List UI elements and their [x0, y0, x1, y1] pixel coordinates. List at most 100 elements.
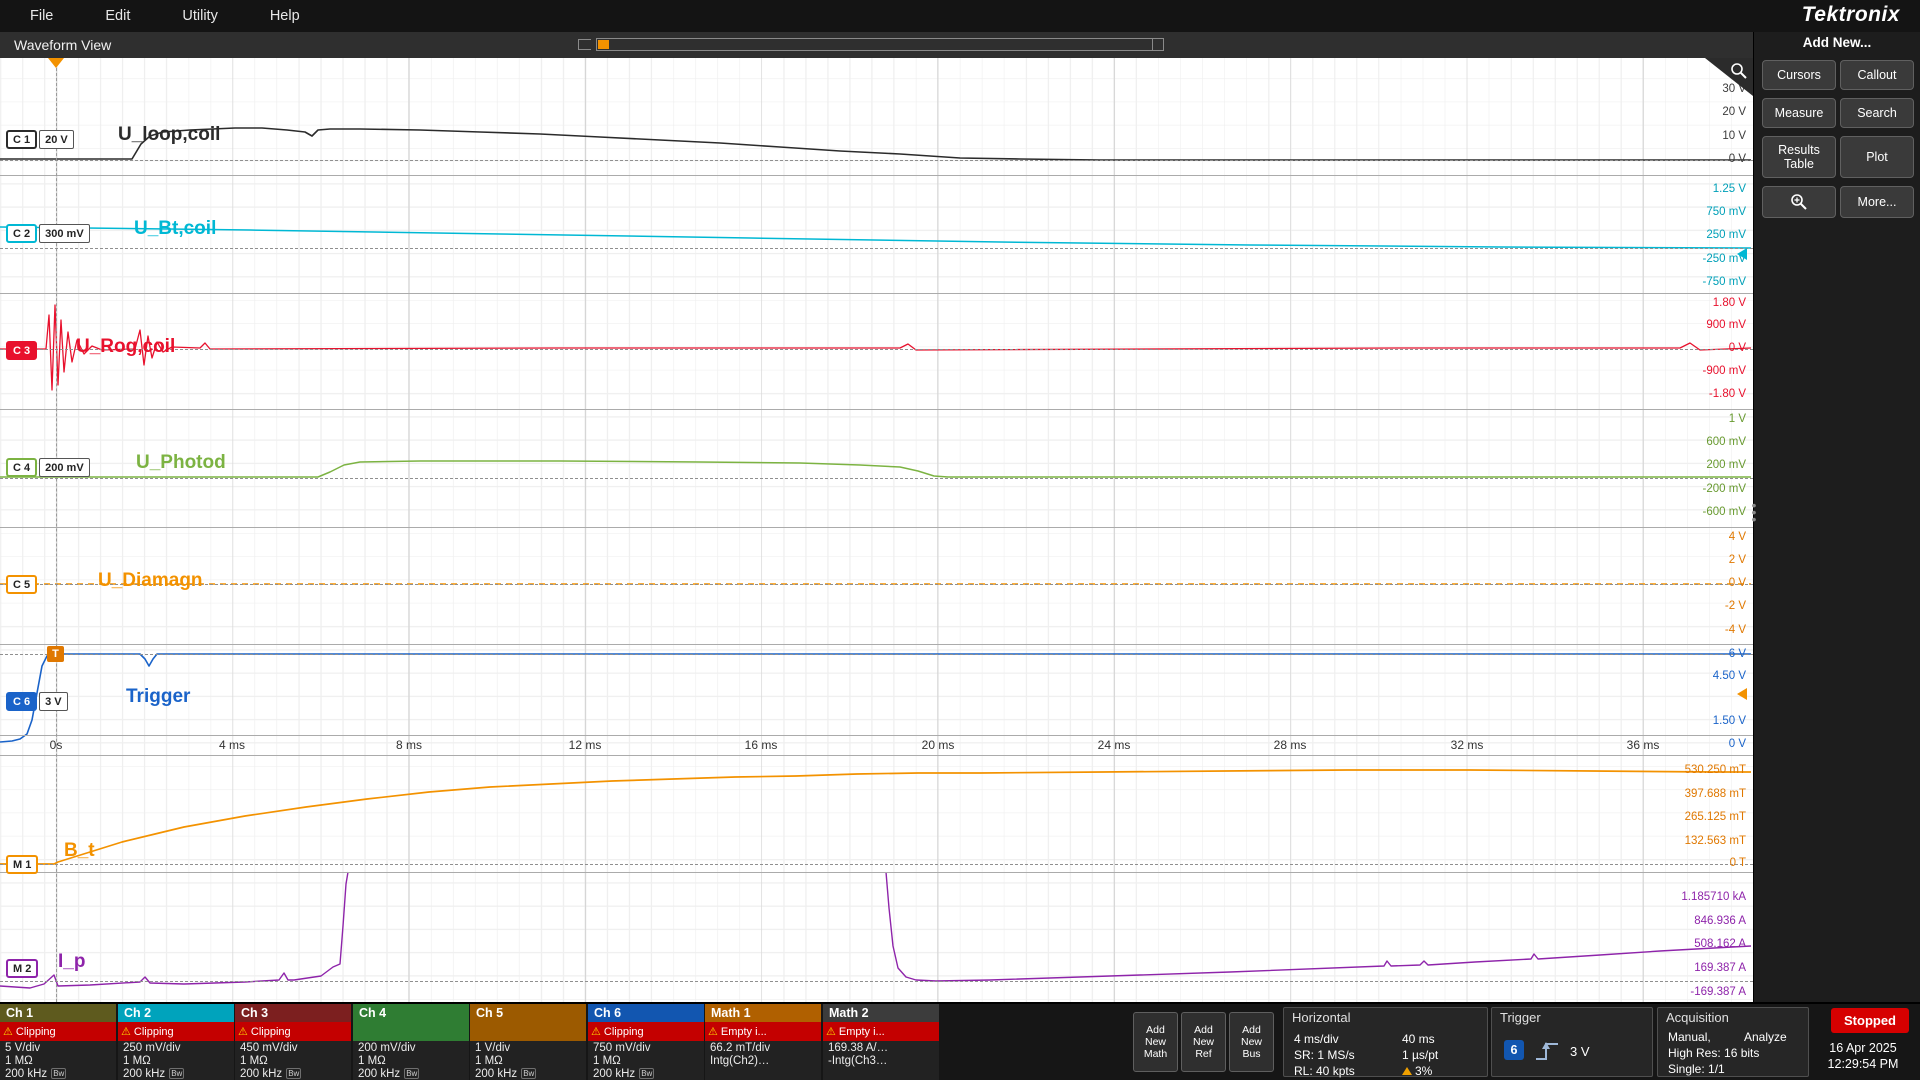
trigger-position-marker-icon[interactable]: [48, 58, 64, 68]
channel-label-c1[interactable]: U_loop,coil: [118, 124, 220, 146]
slice-separator: [0, 409, 1753, 410]
scale-label-c3: 0 V: [1624, 342, 1746, 354]
horizontal-panel[interactable]: Horizontal 4 ms/div40 msSR: 1 MS/s1 µs/p…: [1283, 1007, 1488, 1077]
menu-file[interactable]: File: [4, 0, 79, 32]
trigger-level-arrow-icon[interactable]: [1737, 688, 1747, 700]
channel-setting-line: 1 MΩ: [0, 1055, 116, 1068]
warning-text: Empty i...: [721, 1026, 767, 1038]
trace-m2: [0, 872, 1751, 988]
channel-badge-c6[interactable]: C 6: [6, 692, 37, 711]
zero-reference-line-c1: [0, 160, 1753, 161]
channel-scale-c4[interactable]: 200 mV: [39, 458, 90, 477]
bandwidth-badge: Bw: [169, 1068, 184, 1079]
channel-label-m2[interactable]: I_p: [58, 951, 85, 973]
trigger-source-badge: 6: [1504, 1040, 1524, 1060]
zoom-icon: [1790, 193, 1808, 211]
channel-status-math-1[interactable]: Math 1⚠Empty i...66.2 mT/divIntg(Ch2)…: [705, 1004, 821, 1080]
sidebar-button-results-table[interactable]: Results Table: [1762, 136, 1836, 178]
sidebar-button-more[interactable]: More...: [1840, 186, 1914, 218]
scale-label-c5: 2 V: [1624, 554, 1746, 566]
channel-scale-c2[interactable]: 300 mV: [39, 224, 90, 243]
sidebar-button-search[interactable]: Search: [1840, 98, 1914, 128]
channel-label-m1[interactable]: B_t: [64, 840, 95, 862]
channel-tab: Ch 4: [353, 1004, 469, 1041]
pan-left-icon[interactable]: [578, 39, 591, 50]
channel-scale-c1[interactable]: 20 V: [39, 130, 74, 149]
channel-settings: 250 mV/div1 MΩ200 kHzBw: [118, 1041, 234, 1080]
add-new-math-button[interactable]: AddNewMath: [1133, 1012, 1178, 1072]
acquisition-panel-title: Acquisition: [1666, 1010, 1729, 1025]
add-new-ref-button[interactable]: AddNewRef: [1181, 1012, 1226, 1072]
horizontal-value: 40 ms: [1402, 1032, 1435, 1046]
menu-utility[interactable]: Utility: [156, 0, 243, 32]
sidebar-button-zoom[interactable]: [1762, 186, 1836, 218]
channel-label-c3[interactable]: U_Rog,coil: [76, 336, 175, 358]
channel-status-ch-6[interactable]: Ch 6⚠Clipping750 mV/div1 MΩ200 kHzBw: [588, 1004, 704, 1080]
channel-badge-c1[interactable]: C 1: [6, 130, 37, 149]
sidebar-button-callout[interactable]: Callout: [1840, 60, 1914, 90]
warning-text: Clipping: [134, 1026, 174, 1038]
channel-badge-c4[interactable]: C 4: [6, 458, 37, 477]
trigger-flag-badge[interactable]: T: [47, 646, 64, 662]
time-label: 24 ms: [1082, 738, 1146, 752]
scale-label-m1: 265.125 mT: [1624, 811, 1746, 823]
scale-label-m2: 508.162 A: [1624, 938, 1746, 950]
channel-settings: 66.2 mT/divIntg(Ch2)…: [705, 1041, 821, 1068]
channel-badge-c3[interactable]: C 3: [6, 341, 37, 360]
channel-label-c4[interactable]: U_Photod: [136, 452, 226, 474]
channel-status-ch-2[interactable]: Ch 2⚠Clipping250 mV/div1 MΩ200 kHzBw: [118, 1004, 234, 1080]
channel-badge-row-c1: C 120 V: [6, 130, 74, 149]
sidebar-button-measure[interactable]: Measure: [1762, 98, 1836, 128]
run-stop-button[interactable]: Stopped: [1831, 1008, 1909, 1033]
menu-edit[interactable]: Edit: [79, 0, 156, 32]
channel-badge-m2[interactable]: M 2: [6, 959, 38, 978]
time-label: 8 ms: [377, 738, 441, 752]
scale-label-c3: -900 mV: [1624, 365, 1746, 377]
horizontal-value: 1 µs/pt: [1402, 1048, 1438, 1062]
panel-splitter-handle[interactable]: •••: [1750, 502, 1758, 523]
waveform-plot-area: C 120 VU_loop,coil30 V20 V10 V0 VC 2300 …: [0, 58, 1753, 1002]
sidebar-button-cursors[interactable]: Cursors: [1762, 60, 1836, 90]
menu-help[interactable]: Help: [244, 0, 326, 32]
channel-settings: 200 mV/div1 MΩ200 kHzBw: [353, 1041, 469, 1080]
channel-scale-c6[interactable]: 3 V: [39, 692, 68, 711]
channel-setting-line: Intg(Ch2)…: [705, 1055, 821, 1068]
warning-icon: ⚠: [708, 1025, 718, 1038]
magnifier-icon[interactable]: [1729, 61, 1749, 86]
channel-status-ch-1[interactable]: Ch 1⚠Clipping5 V/div1 MΩ200 kHzBw: [0, 1004, 116, 1080]
sidebar: Add New... ••• CursorsCalloutMeasureSear…: [1753, 32, 1920, 1002]
channel-status-ch-5[interactable]: Ch 51 V/div1 MΩ200 kHzBw: [470, 1004, 586, 1080]
channel-status-ch-4[interactable]: Ch 4200 mV/div1 MΩ200 kHzBw: [353, 1004, 469, 1080]
add-new-bus-button[interactable]: AddNewBus: [1229, 1012, 1274, 1072]
acquisition-panel[interactable]: Acquisition Manual, Analyze High Res: 16…: [1657, 1007, 1809, 1077]
channel-status-ch-3[interactable]: Ch 3⚠Clipping450 mV/div1 MΩ200 kHzBw: [235, 1004, 351, 1080]
channel-label-c5[interactable]: U_Diamagn: [98, 570, 203, 592]
channel-settings: 1 V/div1 MΩ200 kHzBw: [470, 1041, 586, 1080]
scale-label-c4: 1 V: [1624, 413, 1746, 425]
channel-badge-row-c3: C 3: [6, 341, 37, 360]
horizontal-panel-title: Horizontal: [1292, 1010, 1351, 1025]
channel-status-math-2[interactable]: Math 2⚠Empty i...169.38 A/…-Intg(Ch3…: [823, 1004, 939, 1080]
channel-badge-c5[interactable]: C 5: [6, 575, 37, 594]
horizontal-value: RL: 40 kpts: [1294, 1064, 1355, 1078]
scale-label-c5: -4 V: [1624, 624, 1746, 636]
channel-badge-c2[interactable]: C 2: [6, 224, 37, 243]
acquisition-mode: Manual,: [1668, 1030, 1711, 1044]
acquisition-analyze: Analyze: [1744, 1030, 1787, 1044]
scale-label-c2: 250 mV: [1624, 229, 1746, 241]
channel-tab: Ch 2: [118, 1004, 234, 1022]
sidebar-button-plot[interactable]: Plot: [1840, 136, 1914, 178]
horizontal-pan-scrollbar[interactable]: [596, 38, 1164, 51]
ch2-offset-arrow-icon[interactable]: [1737, 248, 1747, 260]
scale-label-c2: -250 mV: [1624, 253, 1746, 265]
channel-label-c6[interactable]: Trigger: [126, 686, 190, 708]
pan-scrollbar-thumb[interactable]: [598, 40, 609, 49]
warning-text: Clipping: [16, 1026, 56, 1038]
channel-badge-m1[interactable]: M 1: [6, 855, 38, 874]
bandwidth-badge: Bw: [404, 1068, 419, 1079]
scale-label-c2: -750 mV: [1624, 276, 1746, 288]
slice-separator: [0, 872, 1753, 873]
trigger-panel[interactable]: Trigger 6 3 V: [1491, 1007, 1653, 1077]
channel-label-c2[interactable]: U_Bt,coil: [134, 218, 216, 240]
channel-settings: 169.38 A/…-Intg(Ch3…: [823, 1041, 939, 1068]
